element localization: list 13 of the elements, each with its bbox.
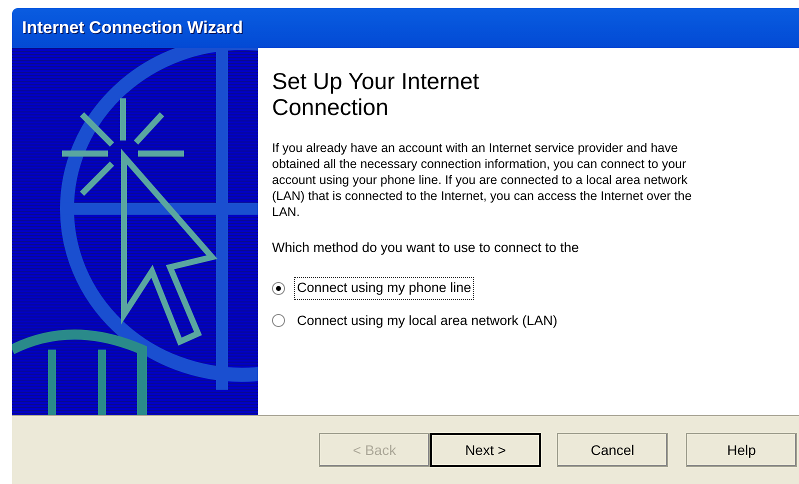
wizard-button[interactable]: Help [686,433,797,467]
description-text: If you already have an account with an Internet service provider and have obtained all the necessary connection information, you can connect to your account using your phone line. If you are connected to a local area network (LAN) that is connected to the Internet, you can access the Internet over the LAN. [272,140,692,220]
radio-label: Connect using my phone line [295,278,474,298]
radio-option[interactable]: Connect using my phone line [272,278,791,298]
radio-option[interactable]: Connect using my local area network (LAN) [272,310,791,331]
wizard-button[interactable]: Cancel [557,433,668,467]
window-title: Internet Connection Wizard [22,17,243,40]
question-text: Which method do you want to use to connect to the [272,239,580,257]
wizard-button[interactable]: Next > [430,433,541,467]
radio-button[interactable] [272,314,285,328]
page-heading: Set Up Your Internet Connection [272,68,480,120]
radio-button[interactable] [272,282,285,295]
radio-label: Connect using my local area network (LAN) [296,312,558,330]
